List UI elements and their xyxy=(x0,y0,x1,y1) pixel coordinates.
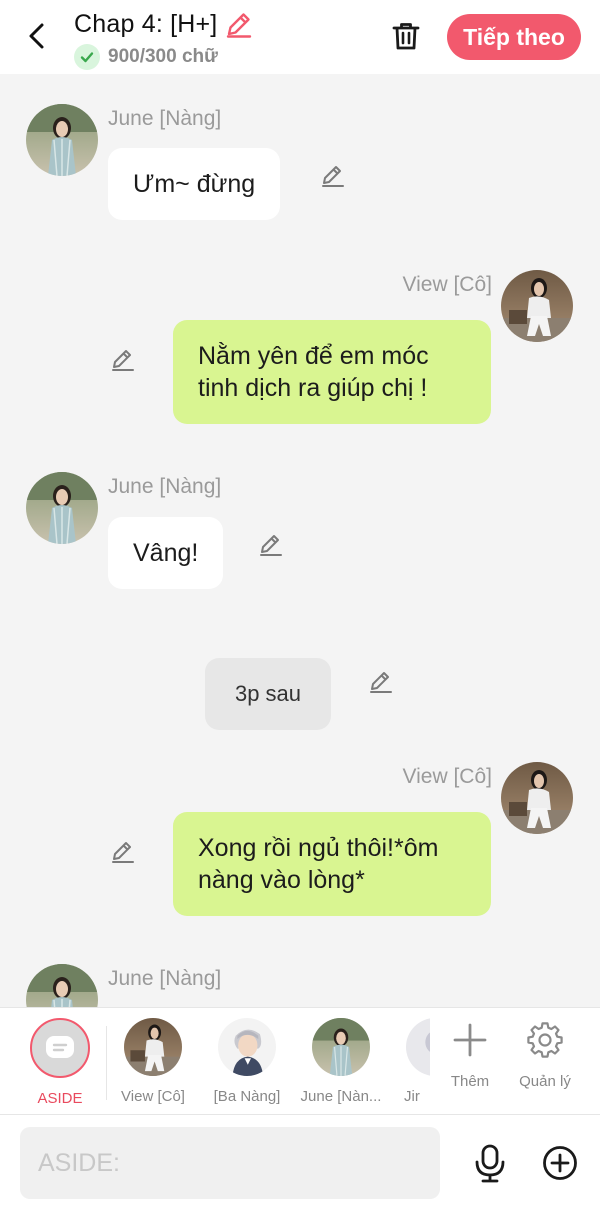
character-label: ASIDE xyxy=(37,1090,83,1107)
avatar xyxy=(124,1018,182,1076)
avatar-june[interactable] xyxy=(26,964,98,1007)
message-bubble[interactable]: Vâng! xyxy=(108,517,224,589)
character-view[interactable]: View [Cô] xyxy=(108,1018,198,1105)
avatar-june[interactable] xyxy=(26,104,98,176)
chat-bubble-icon xyxy=(46,1036,74,1058)
character-aside[interactable]: ASIDE xyxy=(15,1018,105,1107)
edit-message-button[interactable] xyxy=(108,836,138,866)
plus-icon xyxy=(453,1023,487,1057)
pencil-icon xyxy=(260,535,282,556)
chapter-heading: Chap 4: [H+] 900/300 chữ xyxy=(74,8,255,70)
speaker-name: View [Cô] xyxy=(402,273,493,296)
top-bar: Chap 4: [H+] 900/300 chữ Tiếp theo xyxy=(0,0,600,74)
add-label: Thêm xyxy=(450,1073,490,1090)
voice-input-button[interactable] xyxy=(470,1142,510,1186)
pencil-icon xyxy=(112,842,134,863)
speaker-name: June [Nàng] xyxy=(108,475,222,498)
character-label: Jir xyxy=(404,1088,420,1105)
edit-title-button[interactable] xyxy=(223,8,255,40)
avatar xyxy=(312,1018,370,1076)
character-ba-nang[interactable]: [Ba Nàng] xyxy=(202,1018,292,1105)
pencil-icon xyxy=(112,350,134,371)
speaker-name: View [Cô] xyxy=(402,765,493,788)
gear-icon xyxy=(527,1022,563,1058)
add-character-button[interactable]: Thêm xyxy=(435,1022,505,1090)
manage-label: Quản lý xyxy=(519,1073,571,1090)
add-attachment-button[interactable] xyxy=(540,1143,580,1183)
chevron-left-icon xyxy=(29,23,44,49)
message-bubble[interactable]: Xong rồi ngủ thôi!*ôm nàng vào lòng* xyxy=(173,812,491,916)
composer xyxy=(0,1115,600,1206)
message-bubble[interactable]: Nằm yên để em móc tinh dịch ra giúp chị … xyxy=(173,320,491,424)
character-label: June [Nàn... xyxy=(300,1088,382,1105)
avatar xyxy=(218,1018,276,1076)
delete-button[interactable] xyxy=(386,16,426,56)
character-jir[interactable]: Jir xyxy=(390,1018,430,1105)
speaker-name: June [Nàng] xyxy=(108,107,222,130)
divider xyxy=(106,1026,107,1100)
plus-circle-icon xyxy=(543,1146,577,1180)
avatar-view[interactable] xyxy=(501,270,573,342)
character-selector: ASIDE View [Cô] [Ba Nàng] June [Nàn... J… xyxy=(0,1007,600,1115)
chat-area[interactable]: June [Nàng] Ưm~ đừng View [Cô] Nằm yên đ… xyxy=(0,74,600,1007)
avatar xyxy=(406,1018,430,1076)
manage-characters-button[interactable]: Quản lý xyxy=(510,1022,580,1090)
pencil-icon xyxy=(322,166,344,187)
avatar-view[interactable] xyxy=(501,762,573,834)
message-input[interactable] xyxy=(20,1127,440,1199)
check-icon xyxy=(74,44,100,70)
character-label: [Ba Nàng] xyxy=(213,1088,281,1105)
message-bubble[interactable]: Ưm~ đừng xyxy=(108,148,281,220)
character-june[interactable]: June [Nàn... xyxy=(296,1018,386,1105)
pencil-icon xyxy=(370,672,392,693)
speaker-name: June [Nàng] xyxy=(108,967,222,990)
avatar-june[interactable] xyxy=(26,472,98,544)
edit-message-button[interactable] xyxy=(318,160,348,190)
aside-bubble[interactable]: 3p sau xyxy=(205,658,331,730)
back-button[interactable] xyxy=(20,16,54,56)
character-label: View [Cô] xyxy=(121,1088,185,1105)
edit-message-button[interactable] xyxy=(108,344,138,374)
microphone-icon xyxy=(475,1144,505,1183)
trash-icon xyxy=(392,23,420,50)
next-button[interactable]: Tiếp theo xyxy=(447,14,581,60)
pencil-icon xyxy=(227,13,252,38)
chapter-title: Chap 4: [H+] xyxy=(74,9,218,38)
edit-message-button[interactable] xyxy=(256,529,286,559)
word-count: 900/300 chữ xyxy=(108,46,218,67)
edit-message-button[interactable] xyxy=(366,666,396,696)
